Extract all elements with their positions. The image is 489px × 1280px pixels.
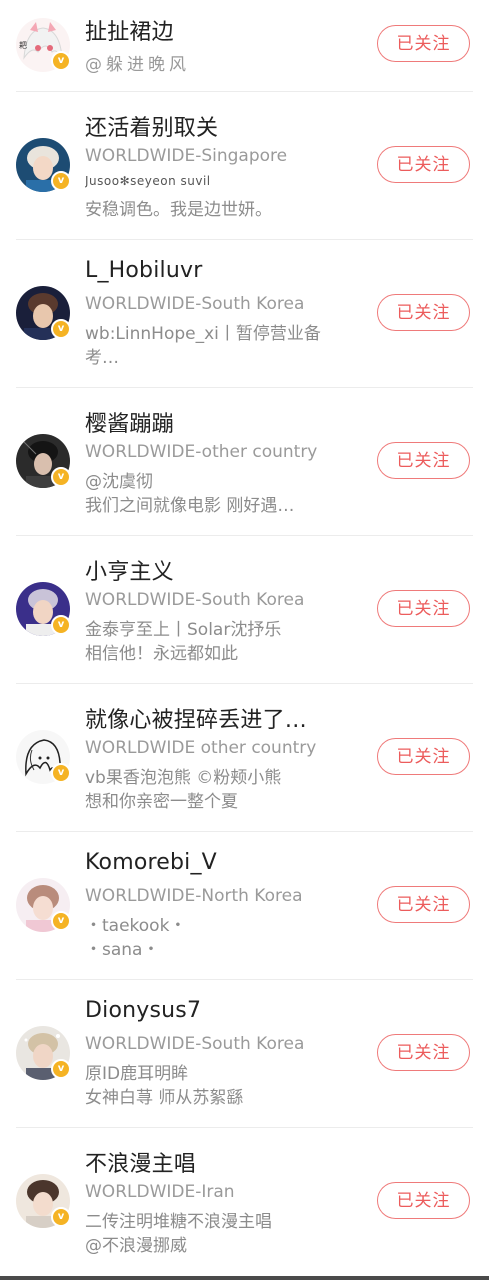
user-bio: 原ID鹿耳明眸 女神白荨 师从苏絮繇 bbox=[85, 1062, 355, 1110]
bio-line: @不浪漫挪威 bbox=[85, 1236, 187, 1256]
followed-button[interactable]: 已关注 bbox=[377, 146, 470, 183]
avatar[interactable]: v bbox=[16, 286, 71, 340]
followed-button[interactable]: 已关注 bbox=[377, 1182, 470, 1219]
bio-line: 金泰亨至上丨Solar沈抒乐 bbox=[85, 620, 282, 640]
verified-badge-icon: v bbox=[51, 763, 71, 783]
avatar[interactable]: v bbox=[16, 1026, 71, 1080]
verified-badge-icon: v bbox=[51, 1059, 71, 1079]
avatar[interactable]: v bbox=[16, 138, 71, 192]
divider bbox=[16, 831, 473, 832]
bio-line: 想和你亲密一整个夏 bbox=[85, 792, 238, 812]
user-handle: @躲进晚风 bbox=[85, 55, 190, 75]
verified-badge-icon: v bbox=[51, 319, 71, 339]
avatar[interactable]: v bbox=[16, 878, 71, 932]
user-region: WORLDWIDE-other country bbox=[85, 442, 318, 462]
user-name[interactable]: 还活着别取关 bbox=[85, 110, 218, 142]
user-tags: Jusoo✻seyeon suvil bbox=[85, 174, 211, 188]
user-bio: ・taekook・ ・sana・ bbox=[85, 914, 355, 962]
user-name[interactable]: 小亨主义 bbox=[85, 554, 174, 586]
verified-badge-icon: v bbox=[51, 51, 71, 71]
user-name[interactable]: 樱酱蹦蹦 bbox=[85, 406, 174, 438]
user-name[interactable]: L_Hobiluvr bbox=[85, 258, 202, 283]
divider bbox=[16, 91, 473, 92]
divider bbox=[16, 683, 473, 684]
user-region: WORLDWIDE-South Korea bbox=[85, 590, 305, 610]
bio-line: 考… bbox=[85, 348, 119, 368]
bio-line: @沈虞彻 bbox=[85, 472, 153, 492]
avatar[interactable]: v bbox=[16, 434, 71, 488]
user-name[interactable]: 扯扯裙边 bbox=[85, 14, 174, 46]
user-name[interactable]: 不浪漫主唱 bbox=[85, 1146, 196, 1178]
followed-button[interactable]: 已关注 bbox=[377, 590, 470, 627]
divider bbox=[16, 387, 473, 388]
bio-line: 相信他！永远都如此 bbox=[85, 644, 238, 664]
bio-line: ・taekook・ bbox=[85, 916, 187, 936]
user-region: WORLDWIDE-North Korea bbox=[85, 886, 303, 906]
user-region: WORLDWIDE-South Korea bbox=[85, 294, 305, 314]
user-bio: @沈虞彻 我们之间就像电影 刚好遇… bbox=[85, 470, 355, 518]
bio-line: vb果香泡泡熊 ©粉颊小熊 bbox=[85, 768, 282, 788]
user-region: WORLDWIDE other country bbox=[85, 738, 317, 758]
bottom-edge-bar bbox=[0, 1276, 489, 1280]
divider bbox=[16, 535, 473, 536]
bio-line: 我们之间就像电影 刚好遇… bbox=[85, 496, 295, 516]
followed-button[interactable]: 已关注 bbox=[377, 442, 470, 479]
user-region: WORLDWIDE-Singapore bbox=[85, 146, 288, 166]
divider bbox=[16, 1127, 473, 1128]
avatar[interactable]: 耙 v bbox=[16, 18, 71, 72]
followed-button[interactable]: 已关注 bbox=[377, 1034, 470, 1071]
svg-text:耙: 耙 bbox=[19, 41, 27, 50]
followed-button[interactable]: 已关注 bbox=[377, 886, 470, 923]
avatar[interactable]: v bbox=[16, 1174, 71, 1228]
user-name[interactable]: Komorebi_V bbox=[85, 850, 217, 875]
followed-button[interactable]: 已关注 bbox=[377, 294, 470, 331]
followed-button[interactable]: 已关注 bbox=[377, 738, 470, 775]
divider bbox=[16, 979, 473, 980]
user-bio: 二传注明堆糖不浪漫主唱 @不浪漫挪威 bbox=[85, 1210, 355, 1258]
user-name[interactable]: 就像心被捏碎丢进了… bbox=[85, 702, 307, 734]
bio-line: ・sana・ bbox=[85, 940, 160, 960]
verified-badge-icon: v bbox=[51, 467, 71, 487]
bio-line: wb:LinnHope_xi丨暂停营业备 bbox=[85, 324, 321, 344]
divider bbox=[16, 239, 473, 240]
user-region: WORLDWIDE-Iran bbox=[85, 1182, 235, 1202]
bio-line: 二传注明堆糖不浪漫主唱 bbox=[85, 1212, 272, 1232]
verified-badge-icon: v bbox=[51, 1207, 71, 1227]
user-bio: vb果香泡泡熊 ©粉颊小熊 想和你亲密一整个夏 bbox=[85, 766, 355, 814]
bio-line: 女神白荨 师从苏絮繇 bbox=[85, 1088, 244, 1108]
avatar[interactable]: v bbox=[16, 730, 71, 784]
verified-badge-icon: v bbox=[51, 171, 71, 191]
verified-badge-icon: v bbox=[51, 911, 71, 931]
user-bio: 金泰亨至上丨Solar沈抒乐 相信他！永远都如此 bbox=[85, 618, 355, 666]
user-bio: 安稳调色。我是边世妍。 bbox=[85, 200, 272, 220]
verified-badge-icon: v bbox=[51, 615, 71, 635]
avatar[interactable]: v bbox=[16, 582, 71, 636]
bio-line: 原ID鹿耳明眸 bbox=[85, 1064, 189, 1084]
followed-button[interactable]: 已关注 bbox=[377, 25, 470, 62]
user-bio: wb:LinnHope_xi丨暂停营业备 考… bbox=[85, 322, 355, 370]
user-name[interactable]: Dionysus7 bbox=[85, 998, 201, 1023]
user-region: WORLDWIDE-South Korea bbox=[85, 1034, 305, 1054]
